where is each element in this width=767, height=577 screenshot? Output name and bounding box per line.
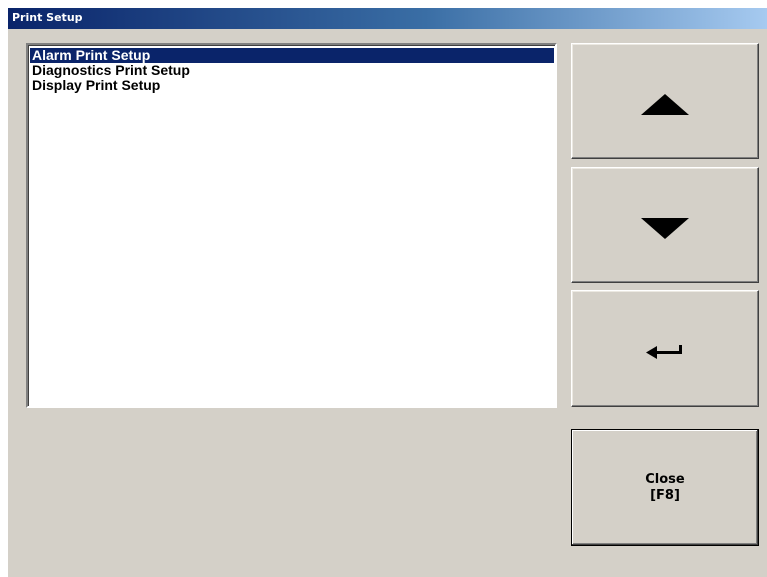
scroll-down-button[interactable] xyxy=(571,167,759,283)
arrow-down-icon xyxy=(641,217,689,239)
print-setup-listbox[interactable]: Alarm Print Setup Diagnostics Print Setu… xyxy=(26,43,557,408)
window-title: Print Setup xyxy=(12,11,83,24)
arrow-up-icon xyxy=(641,93,689,115)
list-items: Alarm Print Setup Diagnostics Print Setu… xyxy=(28,45,555,93)
close-button[interactable]: Close [F8] xyxy=(571,429,759,546)
close-button-shortcut: [F8] xyxy=(650,487,680,503)
list-item-alarm-print-setup[interactable]: Alarm Print Setup xyxy=(30,48,554,63)
enter-return-icon xyxy=(646,344,682,359)
print-setup-window: Print Setup Alarm Print Setup Diagnostic… xyxy=(8,8,767,577)
close-button-label: Close xyxy=(645,471,685,487)
enter-button[interactable] xyxy=(571,290,759,407)
title-bar[interactable]: Print Setup xyxy=(8,8,767,29)
list-item-diagnostics-print-setup[interactable]: Diagnostics Print Setup xyxy=(30,63,554,78)
list-item-display-print-setup[interactable]: Display Print Setup xyxy=(30,78,554,93)
scroll-up-button[interactable] xyxy=(571,43,759,159)
